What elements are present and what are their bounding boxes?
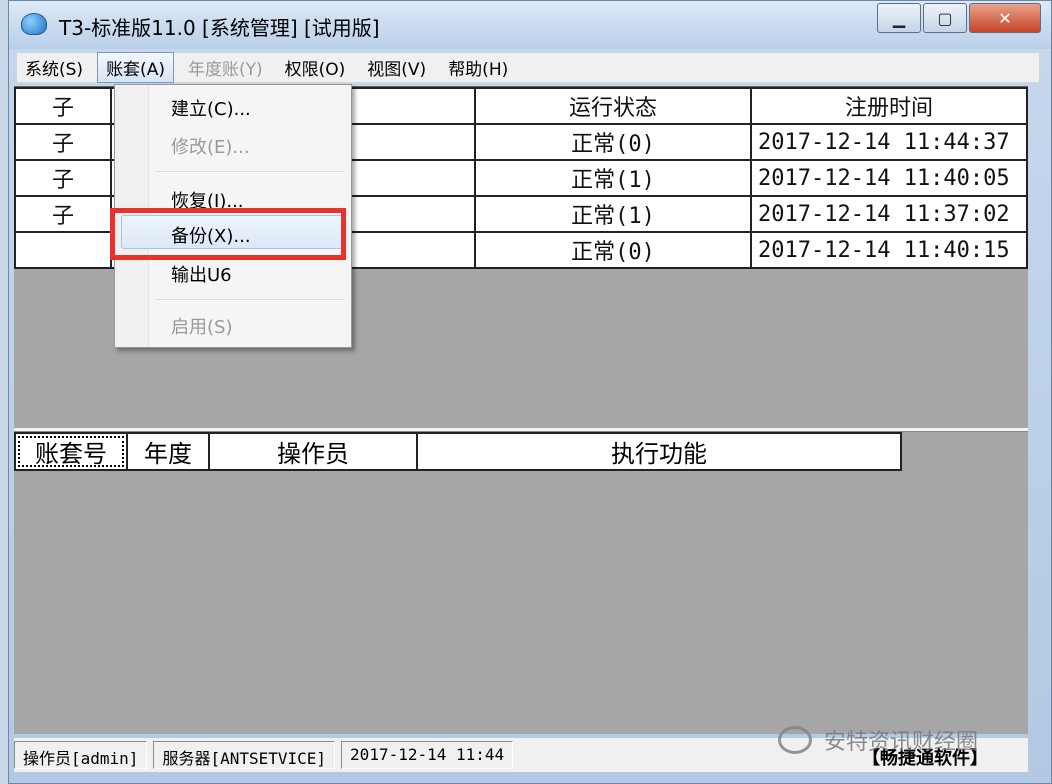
task-panel: 账套号 年度 操作员 执行功能	[14, 432, 1028, 734]
column-header-subsystem[interactable]: 子	[14, 87, 112, 125]
menu-item-create[interactable]: 建立(C)...	[171, 95, 251, 121]
maximize-button[interactable]: ▢	[923, 3, 967, 33]
minimize-button[interactable]: ▁	[877, 3, 921, 33]
cell-register-time: 2017-12-14 11:40:15	[750, 231, 1028, 269]
cell-status: 正常(1)	[474, 159, 752, 197]
cell-subsystem: 子	[14, 123, 112, 161]
cell-register-time: 2017-12-14 11:40:05	[750, 159, 1028, 197]
column-header-function[interactable]: 执行功能	[416, 432, 902, 471]
cell-status: 正常(0)	[474, 231, 752, 269]
column-header-year[interactable]: 年度	[126, 432, 210, 471]
window-title: T3-标准版11.0 [系统管理] [试用版]	[59, 16, 380, 40]
column-header-status[interactable]: 运行状态	[474, 87, 752, 125]
menu-annual-account[interactable]: 年度账(Y)	[180, 53, 271, 82]
menu-permission[interactable]: 权限(O)	[277, 53, 354, 82]
watermark-text: 安特资讯财经圈	[824, 730, 979, 755]
menu-item-export-u6[interactable]: 输出U6	[171, 261, 232, 287]
table-header-row: 账套号 年度 操作员 执行功能	[14, 432, 902, 471]
status-datetime: 2017-12-14 11:44	[341, 741, 514, 769]
menu-account-set[interactable]: 账套(A)	[97, 52, 174, 83]
column-header-register-time[interactable]: 注册时间	[750, 87, 1028, 125]
column-header-account-set-no[interactable]: 账套号	[14, 432, 128, 471]
menu-item-enable[interactable]: 启用(S)	[171, 313, 232, 339]
menu-item-modify[interactable]: 修改(E)...	[171, 133, 250, 159]
menu-separator	[155, 299, 345, 300]
cell-register-time: 2017-12-14 11:44:37	[750, 123, 1028, 161]
close-button[interactable]: ✕	[969, 3, 1041, 33]
wechat-icon	[778, 726, 812, 754]
column-header-operator[interactable]: 操作员	[208, 432, 418, 471]
cell-subsystem: 子	[14, 195, 112, 233]
watermark: 安特资讯财经圈	[778, 724, 978, 756]
app-logo-icon	[21, 13, 47, 35]
status-server: 服务器[ANTSETVICE]	[153, 741, 336, 769]
cell-status: 正常(1)	[474, 195, 752, 233]
cell-subsystem: 子	[14, 159, 112, 197]
menu-help[interactable]: 帮助(H)	[440, 53, 516, 82]
menu-separator	[155, 171, 345, 172]
cell-status: 正常(0)	[474, 123, 752, 161]
cell-subsystem	[14, 231, 112, 269]
menu-system[interactable]: 系统(S)	[17, 53, 91, 82]
title-bar[interactable]: T3-标准版11.0 [系统管理] [试用版] ▁ ▢ ✕	[9, 1, 1051, 49]
annotation-highlight-box	[110, 208, 346, 260]
window-controls: ▁ ▢ ✕	[875, 3, 1041, 33]
cell-register-time: 2017-12-14 11:37:02	[750, 195, 1028, 233]
task-table: 账套号 年度 操作员 执行功能	[14, 432, 902, 471]
menu-view[interactable]: 视图(V)	[359, 53, 434, 82]
status-operator: 操作员[admin]	[14, 741, 148, 769]
menu-bar: 系统(S) 账套(A) 年度账(Y) 权限(O) 视图(V) 帮助(H)	[17, 52, 1039, 83]
